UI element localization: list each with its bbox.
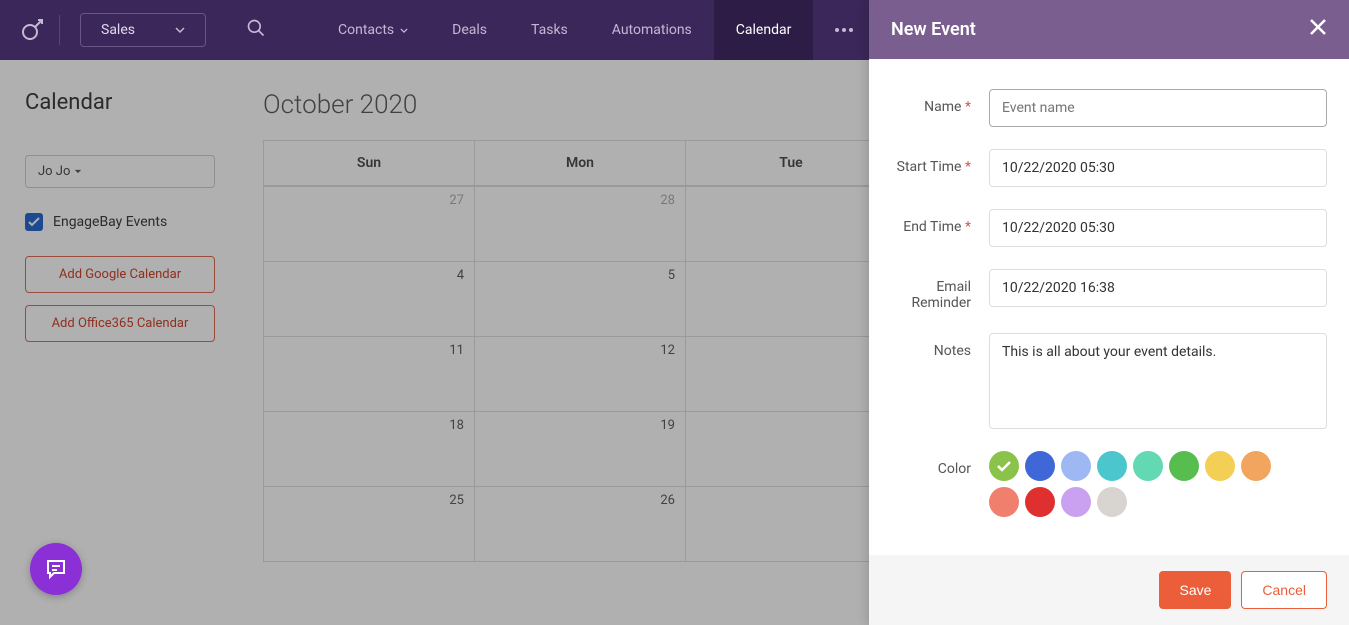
save-button[interactable]: Save — [1159, 571, 1231, 609]
calendar-cell[interactable]: 26 — [475, 486, 686, 561]
user-dropdown[interactable]: Jo Jo — [25, 155, 215, 188]
panel-body: Name * Start Time * End Time * Email Rem… — [869, 59, 1349, 555]
label-color: Color — [879, 451, 989, 477]
nav-label: Tasks — [531, 22, 568, 38]
calendar-cell[interactable]: 6 — [686, 261, 897, 336]
color-swatches — [989, 451, 1299, 517]
search-button[interactable] — [246, 18, 266, 42]
page-title: Calendar — [25, 90, 223, 115]
cancel-button[interactable]: Cancel — [1241, 571, 1327, 609]
color-swatch[interactable] — [1097, 451, 1127, 481]
calendar-cell[interactable]: 12 — [475, 336, 686, 411]
reminder-input[interactable] — [989, 269, 1327, 307]
caret-down-icon — [74, 169, 82, 174]
panel-header: New Event — [869, 0, 1349, 59]
calendar-cell[interactable]: 18 — [264, 411, 475, 486]
panel-title: New Event — [891, 19, 976, 40]
nav-label: Deals — [452, 22, 487, 38]
color-swatch[interactable] — [1205, 451, 1235, 481]
chevron-down-icon — [400, 28, 408, 33]
weekday-header: Mon — [475, 141, 686, 186]
chat-icon — [44, 557, 68, 581]
color-swatch[interactable] — [1241, 451, 1271, 481]
add-google-calendar-button[interactable]: Add Google Calendar — [25, 256, 215, 293]
nav-calendar[interactable]: Calendar — [714, 0, 814, 60]
color-swatch[interactable] — [1061, 451, 1091, 481]
notes-textarea[interactable] — [989, 333, 1327, 429]
calendar-cell[interactable]: 13 — [686, 336, 897, 411]
calendar-cell[interactable]: 29 — [686, 186, 897, 261]
calendar-cell[interactable]: 19 — [475, 411, 686, 486]
calendar-cell[interactable]: 5 — [475, 261, 686, 336]
divider — [59, 15, 60, 45]
calendar-cell[interactable]: 27 — [686, 486, 897, 561]
color-swatch[interactable] — [989, 451, 1019, 481]
event-name-input[interactable] — [989, 89, 1327, 127]
nav-contacts[interactable]: Contacts — [316, 0, 430, 60]
check-icon — [28, 217, 40, 227]
calendar-cell[interactable]: 20 — [686, 411, 897, 486]
weekday-header: Tue — [686, 141, 897, 186]
color-swatch[interactable] — [1061, 487, 1091, 517]
app-logo — [20, 18, 44, 42]
label-reminder: Email Reminder — [879, 269, 989, 311]
color-swatch[interactable] — [1025, 451, 1055, 481]
nav-label: Calendar — [736, 22, 792, 38]
module-label: Sales — [101, 22, 135, 38]
check-icon — [997, 461, 1011, 472]
label-notes: Notes — [879, 333, 989, 359]
start-time-input[interactable] — [989, 149, 1327, 187]
calendar-cell[interactable]: 11 — [264, 336, 475, 411]
checkbox-checked[interactable] — [25, 213, 43, 231]
new-event-panel: New Event Name * Start Time * End Time *… — [869, 0, 1349, 625]
color-swatch[interactable] — [1097, 487, 1127, 517]
nav-more[interactable] — [813, 0, 875, 60]
more-icon — [835, 28, 853, 32]
nav-label: Automations — [612, 22, 692, 38]
chat-fab[interactable] — [30, 543, 82, 595]
add-office365-calendar-button[interactable]: Add Office365 Calendar — [25, 305, 215, 342]
search-icon — [246, 18, 266, 38]
chevron-down-icon — [175, 27, 185, 33]
module-dropdown[interactable]: Sales — [80, 13, 206, 47]
color-swatch[interactable] — [1133, 451, 1163, 481]
nav-automations[interactable]: Automations — [590, 0, 714, 60]
close-button[interactable] — [1309, 18, 1327, 41]
calendar-cell[interactable]: 25 — [264, 486, 475, 561]
weekday-header: Sun — [264, 141, 475, 186]
sidebar: Calendar Jo Jo EngageBay Events Add Goog… — [0, 60, 248, 625]
filter-row[interactable]: EngageBay Events — [25, 213, 223, 231]
label-name: Name * — [879, 89, 989, 115]
nav-label: Contacts — [338, 22, 394, 38]
user-label: Jo Jo — [38, 164, 70, 179]
top-nav: Contacts Deals Tasks Automations Calenda… — [316, 0, 875, 60]
calendar-cell[interactable]: 28 — [475, 186, 686, 261]
calendar-cell[interactable]: 27 — [264, 186, 475, 261]
panel-footer: Save Cancel — [869, 555, 1349, 625]
color-swatch[interactable] — [1169, 451, 1199, 481]
color-swatch[interactable] — [1025, 487, 1055, 517]
label-start: Start Time * — [879, 149, 989, 175]
calendar-cell[interactable]: 4 — [264, 261, 475, 336]
close-icon — [1309, 18, 1327, 36]
color-swatch[interactable] — [989, 487, 1019, 517]
filter-label: EngageBay Events — [53, 214, 167, 230]
nav-tasks[interactable]: Tasks — [509, 0, 590, 60]
end-time-input[interactable] — [989, 209, 1327, 247]
nav-deals[interactable]: Deals — [430, 0, 509, 60]
label-end: End Time * — [879, 209, 989, 235]
